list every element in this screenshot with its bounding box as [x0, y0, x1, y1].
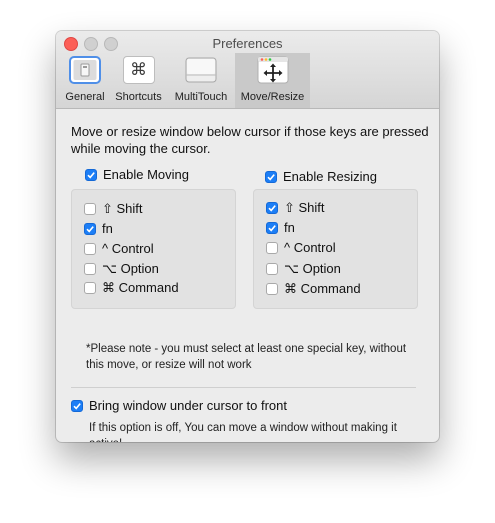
enable-resizing-checkbox[interactable]: Enable Resizing — [265, 169, 377, 184]
move-arrows-icon — [257, 56, 288, 84]
enable-moving-label: Enable Moving — [103, 167, 189, 182]
bring-to-front-description: If this option is off, You can move a wi… — [89, 422, 397, 442]
enable-resizing-label: Enable Resizing — [283, 169, 377, 184]
section-divider — [71, 387, 416, 388]
enable-moving-checkbox[interactable]: Enable Moving — [85, 167, 189, 182]
resizing-control-label: ^ Control — [284, 240, 336, 255]
resizing-option-label: ⌥ Option — [284, 261, 341, 276]
resizing-key-command[interactable]: ⌘ Command — [266, 281, 361, 297]
moving-fn-check[interactable] — [84, 222, 96, 235]
tab-move-resize[interactable]: Move/Resize — [235, 53, 310, 108]
tab-general[interactable]: General — [62, 53, 108, 108]
tab-general-label: General — [65, 91, 105, 103]
resizing-shift-label: ⇧ Shift — [284, 200, 325, 215]
preferences-window: Preferences General ⌘ Shortcuts MultiTou… — [56, 31, 439, 442]
resizing-key-control[interactable]: ^ Control — [266, 240, 336, 255]
bring-to-front-label: Bring window under cursor to front — [89, 398, 287, 413]
resizing-fn-label: fn — [284, 220, 295, 235]
trackpad-icon — [185, 57, 217, 83]
tab-shortcuts-label: Shortcuts — [115, 91, 162, 103]
moving-keys-group: ⇧ Shift fn ^ Control ⌥ Option ⌘ Command — [71, 189, 236, 309]
resizing-key-shift[interactable]: ⇧ Shift — [266, 200, 325, 216]
moving-command-label: ⌘ Command — [102, 280, 179, 295]
resizing-command-check[interactable] — [266, 283, 278, 295]
tab-shortcuts[interactable]: ⌘ Shortcuts — [111, 53, 166, 108]
enable-resizing-check[interactable] — [265, 170, 277, 183]
resizing-option-check[interactable] — [266, 263, 278, 275]
moving-fn-label: fn — [102, 221, 113, 236]
moving-key-control[interactable]: ^ Control — [84, 241, 154, 256]
bring-to-front-check[interactable] — [71, 399, 83, 412]
tab-multitouch-label: MultiTouch — [174, 91, 228, 103]
intro-text: Move or resize window below cursor if th… — [71, 124, 429, 156]
resizing-command-label: ⌘ Command — [284, 281, 361, 296]
command-glyph: ⌘ — [130, 60, 147, 80]
resizing-control-check[interactable] — [266, 241, 278, 254]
resizing-fn-check[interactable] — [266, 221, 278, 234]
moving-key-option[interactable]: ⌥ Option — [84, 261, 159, 277]
tab-move-resize-label: Move/Resize — [240, 91, 305, 103]
tab-multitouch[interactable]: MultiTouch — [169, 53, 233, 108]
moving-command-check[interactable] — [84, 282, 96, 294]
moving-shift-label: ⇧ Shift — [102, 201, 143, 216]
title-bar: Preferences General ⌘ Shortcuts MultiTou… — [56, 31, 439, 109]
moving-control-label: ^ Control — [102, 241, 154, 256]
moving-option-check[interactable] — [84, 263, 96, 275]
resizing-key-option[interactable]: ⌥ Option — [266, 261, 341, 277]
resizing-shift-check[interactable] — [266, 202, 278, 214]
special-key-note: *Please note - you must select at least … — [86, 343, 407, 371]
window-title: Preferences — [212, 36, 283, 51]
moving-key-fn[interactable]: fn — [84, 221, 113, 236]
moving-key-command[interactable]: ⌘ Command — [84, 280, 179, 296]
resizing-keys-group: ⇧ Shift fn ^ Control ⌥ Option ⌘ Command — [253, 189, 418, 309]
command-key-icon: ⌘ — [122, 56, 155, 84]
moving-key-shift[interactable]: ⇧ Shift — [84, 201, 143, 217]
general-icon — [69, 56, 101, 84]
moving-control-check[interactable] — [84, 242, 96, 255]
resizing-key-fn[interactable]: fn — [266, 220, 295, 235]
enable-moving-check[interactable] — [85, 168, 97, 181]
bring-to-front-checkbox[interactable]: Bring window under cursor to front — [71, 398, 287, 413]
moving-shift-check[interactable] — [84, 203, 96, 215]
moving-option-label: ⌥ Option — [102, 261, 159, 276]
